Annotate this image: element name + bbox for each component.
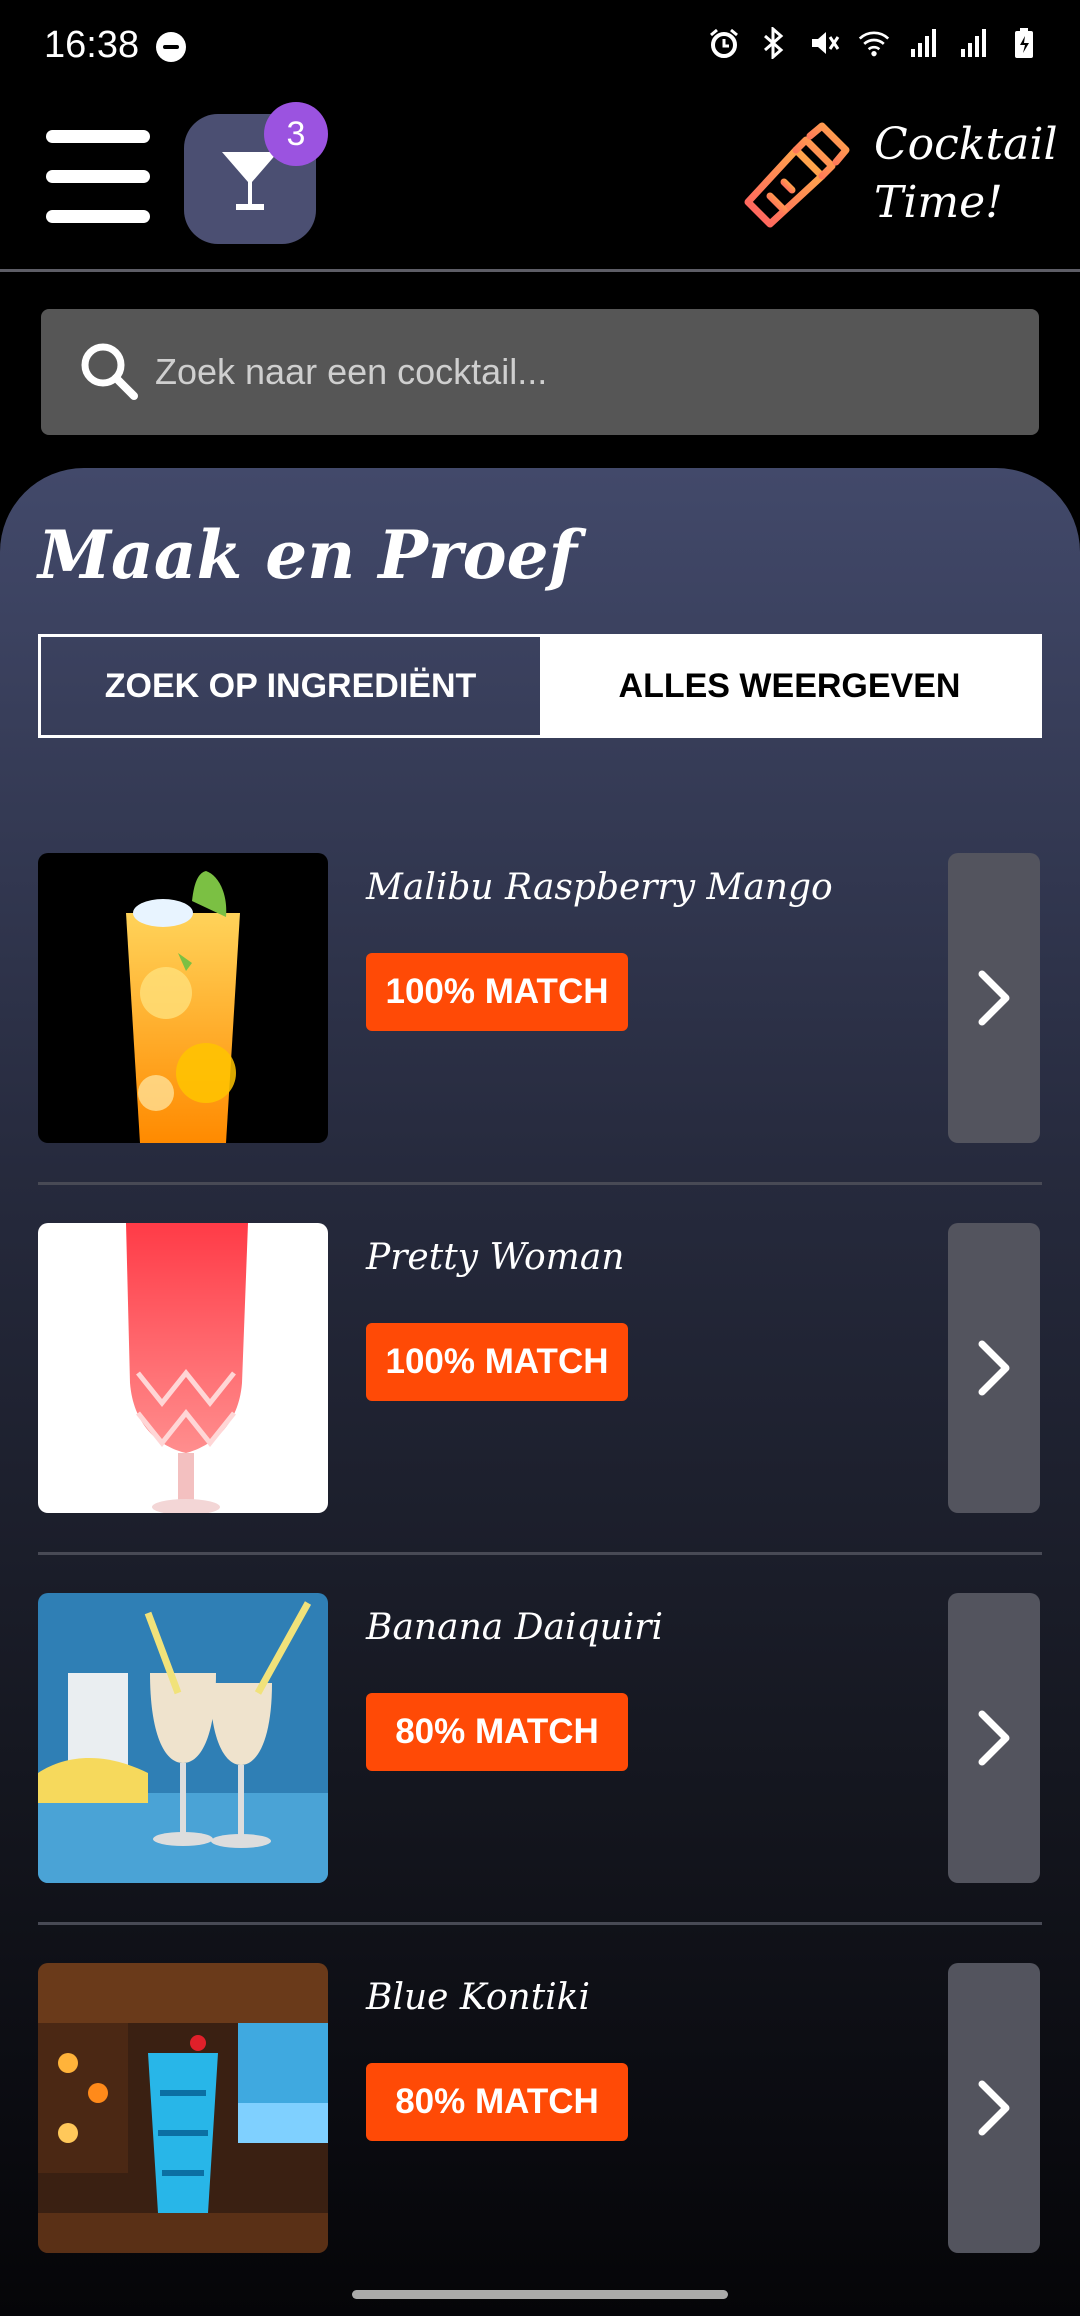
battery-charging-icon [1008,26,1040,60]
search-icon [81,343,138,400]
view-toggle: ZOEK OP INGREDIËNT ALLES WEERGEVEN [38,634,1042,738]
cocktail-list-item[interactable]: Pretty Woman 100% MATCH [38,1223,1042,1513]
search-bar[interactable] [41,309,1039,435]
cocktail-image [38,1963,328,2253]
cocktail-list-item[interactable]: Malibu Raspberry Mango 100% MATCH [38,853,1042,1143]
status-bar: 16:38 [0,0,1080,90]
signal-icon [908,26,940,60]
chevron-right-icon [978,1340,1010,1396]
page-title: Maak en Proef [38,516,578,594]
cocktail-name: Malibu Raspberry Mango [366,867,833,908]
cart-count-badge: 3 [264,102,328,166]
divider [38,1922,1042,1925]
divider [38,1182,1042,1185]
wifi-icon [858,26,890,60]
cocktail-name: Blue Kontiki [366,1977,590,2018]
cocktail-name: Banana Daiquiri [366,1607,663,1648]
match-badge: 100% MATCH [366,953,628,1031]
match-badge: 100% MATCH [366,1323,628,1401]
cocktail-image [38,1223,328,1513]
mute-icon [808,26,840,60]
match-badge: 80% MATCH [366,1693,628,1771]
chevron-right-icon [978,970,1010,1026]
chevron-right-icon [978,1710,1010,1766]
status-icons [708,26,1040,60]
cocktail-list-item[interactable]: Banana Daiquiri 80% MATCH [38,1593,1042,1883]
divider [38,1552,1042,1555]
cocktail-name: Pretty Woman [366,1237,625,1278]
bluetooth-icon [758,26,790,60]
tab-search-by-ingredient[interactable]: ZOEK OP INGREDIËNT [41,637,540,735]
main-panel: Maak en Proef ZOEK OP INGREDIËNT ALLES W… [0,468,1080,2316]
brand-name: Cocktail Time! [874,116,1058,232]
open-cocktail-button[interactable] [948,1223,1040,1513]
open-cocktail-button[interactable] [948,853,1040,1143]
brand-line-1: Cocktail [874,119,1058,170]
search-input[interactable] [155,309,1015,435]
chevron-right-icon [978,2080,1010,2136]
home-indicator[interactable] [352,2290,728,2299]
match-badge: 80% MATCH [366,2063,628,2141]
do-not-disturb-icon [156,32,186,62]
cocktail-list-item[interactable]: Blue Kontiki 80% MATCH [38,1963,1042,2253]
signal-icon [958,26,990,60]
cocktail-image [38,853,328,1143]
app-header: 3 Cocktail Time! [0,90,1080,272]
cocktail-shaker-icon [744,122,850,228]
open-cocktail-button[interactable] [948,1963,1040,2253]
brand-line-2: Time! [874,177,1003,228]
alarm-icon [708,26,740,60]
cocktail-image [38,1593,328,1883]
status-time: 16:38 [44,24,140,66]
hamburger-menu-icon[interactable] [46,130,152,224]
open-cocktail-button[interactable] [948,1593,1040,1883]
tab-show-all[interactable]: ALLES WEERGEVEN [540,637,1039,735]
